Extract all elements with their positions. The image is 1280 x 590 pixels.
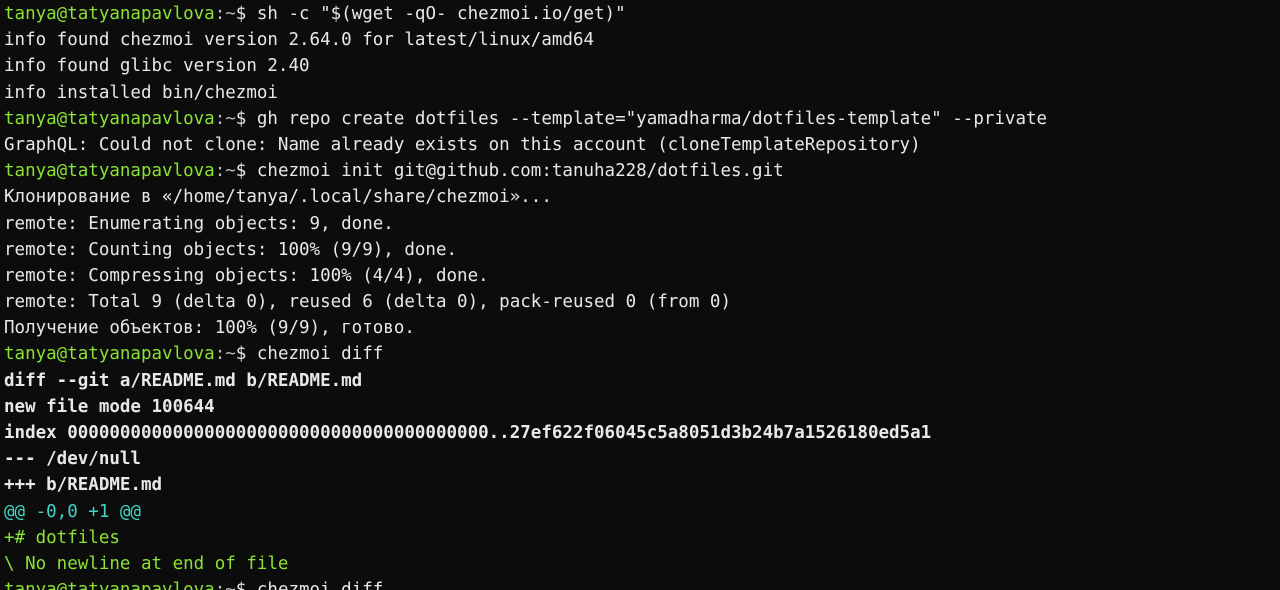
diff-header-line-text: diff --git a/README.md b/README.md <box>4 370 363 391</box>
output-line: remote: Total 9 (delta 0), reused 6 (del… <box>4 289 1280 315</box>
diff-header-line: index 0000000000000000000000000000000000… <box>4 420 1280 446</box>
prompt-line: tanya@tatyanapavlova:~$ chezmoi diff <box>4 341 1280 367</box>
output-line: GraphQL: Could not clone: Name already e… <box>4 132 1280 158</box>
output-line: remote: Compressing objects: 100% (4/4),… <box>4 263 1280 289</box>
prompt-user-host: tanya@tatyanapavlova <box>4 344 215 365</box>
output-line-text: remote: Total 9 (delta 0), reused 6 (del… <box>4 292 731 313</box>
command-text: chezmoi diff <box>257 580 383 590</box>
output-line-text: Получение объектов: 100% (9/9), готово. <box>4 318 415 339</box>
command-text: chezmoi diff <box>256 344 384 365</box>
diff-added-line-text: +# dotfiles <box>4 527 120 548</box>
diff-added-line-text: \ No newline at end of file <box>4 553 289 574</box>
diff-hunk-line-text: @@ -0,0 +1 @@ <box>4 501 141 522</box>
output-line-text: info found glibc version 2.40 <box>4 56 310 77</box>
output-line-text: GraphQL: Could not clone: Name already e… <box>4 134 921 155</box>
prompt-symbol: $ <box>235 344 257 365</box>
diff-header-line: new file mode 100644 <box>4 394 1280 420</box>
output-line: info installed bin/chezmoi <box>4 80 1280 106</box>
diff-header-line: --- /dev/null <box>4 446 1280 472</box>
diff-header-line-text: --- /dev/null <box>4 449 141 470</box>
output-line-text: remote: Counting objects: 100% (9/9), do… <box>4 239 458 260</box>
prompt-symbol: $ <box>235 161 257 182</box>
prompt-user-host: tanya@tatyanapavlova <box>4 161 215 182</box>
output-line-text: info found chezmoi version 2.64.0 for la… <box>4 30 595 51</box>
prompt-user-host: tanya@tatyanapavlova <box>4 580 215 590</box>
diff-header-line-text: index 0000000000000000000000000000000000… <box>4 423 932 443</box>
output-line: Получение объектов: 100% (9/9), готово. <box>4 315 1280 341</box>
prompt-symbol: $ <box>236 580 257 590</box>
diff-header-line-text: new file mode 100644 <box>4 396 215 417</box>
prompt-line: tanya@tatyanapavlova:~$ chezmoi diff <box>4 577 1280 590</box>
diff-hunk-line: @@ -0,0 +1 @@ <box>4 499 1280 525</box>
prompt-path: :~ <box>214 4 236 24</box>
prompt-symbol: $ <box>235 108 257 129</box>
output-line-text: Клонирование в «/home/tanya/.local/share… <box>4 187 552 208</box>
output-line-text: remote: Enumerating objects: 9, done. <box>4 213 394 234</box>
prompt-user-host: tanya@tatyanapavlova <box>4 4 215 24</box>
output-line: remote: Enumerating objects: 9, done. <box>4 211 1280 237</box>
prompt-line: tanya@tatyanapavlova:~$ chezmoi init git… <box>4 158 1280 184</box>
prompt-path: :~ <box>215 580 236 590</box>
command-text: chezmoi init git@github.com:tanuha228/do… <box>256 161 784 182</box>
output-line: info found chezmoi version 2.64.0 for la… <box>4 27 1280 53</box>
prompt-path: :~ <box>214 344 236 365</box>
diff-header-line: diff --git a/README.md b/README.md <box>4 368 1280 394</box>
output-line: Клонирование в «/home/tanya/.local/share… <box>4 184 1280 210</box>
terminal-window[interactable]: tanya@tatyanapavlova:~$ sh -c "$(wget -q… <box>0 0 1280 590</box>
diff-added-line: +# dotfiles <box>4 525 1280 551</box>
diff-header-line-text: +++ b/README.md <box>4 475 163 496</box>
prompt-symbol: $ <box>235 4 257 24</box>
prompt-line: tanya@tatyanapavlova:~$ gh repo create d… <box>4 106 1280 132</box>
diff-header-line: +++ b/README.md <box>4 472 1280 498</box>
output-line: info found glibc version 2.40 <box>4 53 1280 79</box>
prompt-path: :~ <box>214 161 236 182</box>
output-line: remote: Counting objects: 100% (9/9), do… <box>4 237 1280 263</box>
command-text: sh -c "$(wget -qO- chezmoi.io/get)" <box>256 4 626 24</box>
diff-added-line: \ No newline at end of file <box>4 551 1280 577</box>
output-line-text: info installed bin/chezmoi <box>4 82 278 103</box>
output-line-text: remote: Compressing objects: 100% (4/4),… <box>4 265 489 286</box>
prompt-user-host: tanya@tatyanapavlova <box>4 108 215 129</box>
command-text: gh repo create dotfiles --template="yama… <box>256 108 1048 129</box>
prompt-path: :~ <box>214 108 236 129</box>
prompt-line: tanya@tatyanapavlova:~$ sh -c "$(wget -q… <box>4 1 1280 27</box>
